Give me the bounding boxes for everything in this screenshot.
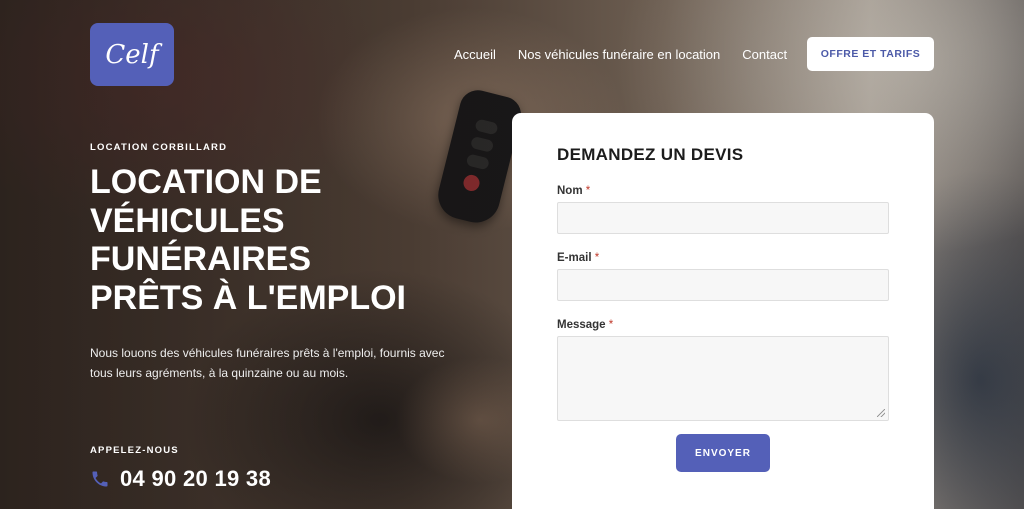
nom-label-text: Nom — [557, 185, 583, 197]
nav-link-accueil[interactable]: Accueil — [454, 47, 496, 62]
form-title: DEMANDEZ UN DEVIS — [557, 145, 744, 164]
nom-input[interactable] — [557, 202, 889, 234]
nav-link-vehicules[interactable]: Nos véhicules funéraire en location — [518, 47, 720, 62]
required-mark: * — [585, 185, 591, 197]
message-label-text: Message — [557, 319, 606, 331]
main-nav: Accueil Nos véhicules funéraire en locat… — [454, 47, 787, 62]
offre-tarifs-button[interactable]: OFFRE ET TARIFS — [807, 37, 934, 71]
phone-row[interactable]: 04 90 20 19 38 — [90, 466, 271, 492]
site-logo[interactable]: Celf — [90, 23, 174, 86]
logo-text: Celf — [105, 39, 159, 70]
call-label: APPELEZ-NOUS — [90, 445, 179, 456]
phone-icon — [92, 471, 108, 487]
hero-eyebrow: LOCATION CORBILLARD — [90, 142, 228, 153]
email-input[interactable] — [557, 269, 889, 301]
nav-link-contact[interactable]: Contact — [742, 47, 787, 62]
hero-description: Nous louons des véhicules funéraires prê… — [90, 346, 445, 380]
quote-form-card: DEMANDEZ UN DEVIS Nom * E-mail * Message… — [512, 113, 934, 509]
headline-line: PRÊTS À L'EMPLOI — [90, 278, 406, 317]
email-label-text: E-mail — [557, 252, 592, 264]
phone-number[interactable]: 04 90 20 19 38 — [120, 466, 271, 492]
headline-line: LOCATION DE — [90, 163, 322, 201]
hero-headline: LOCATION DE VÉHICULES FUNÉRAIRES PRÊTS À… — [90, 163, 490, 317]
textarea-resize-handle[interactable] — [877, 409, 885, 417]
message-label: Message * — [557, 319, 613, 331]
required-mark: * — [594, 252, 600, 264]
envoyer-button[interactable]: ENVOYER — [676, 434, 770, 472]
required-mark: * — [608, 319, 614, 331]
nom-label: Nom * — [557, 185, 590, 197]
headline-line: FUNÉRAIRES — [90, 240, 312, 278]
headline-line: VÉHICULES — [90, 201, 285, 240]
email-label: E-mail * — [557, 252, 599, 264]
message-textarea[interactable] — [557, 336, 889, 421]
